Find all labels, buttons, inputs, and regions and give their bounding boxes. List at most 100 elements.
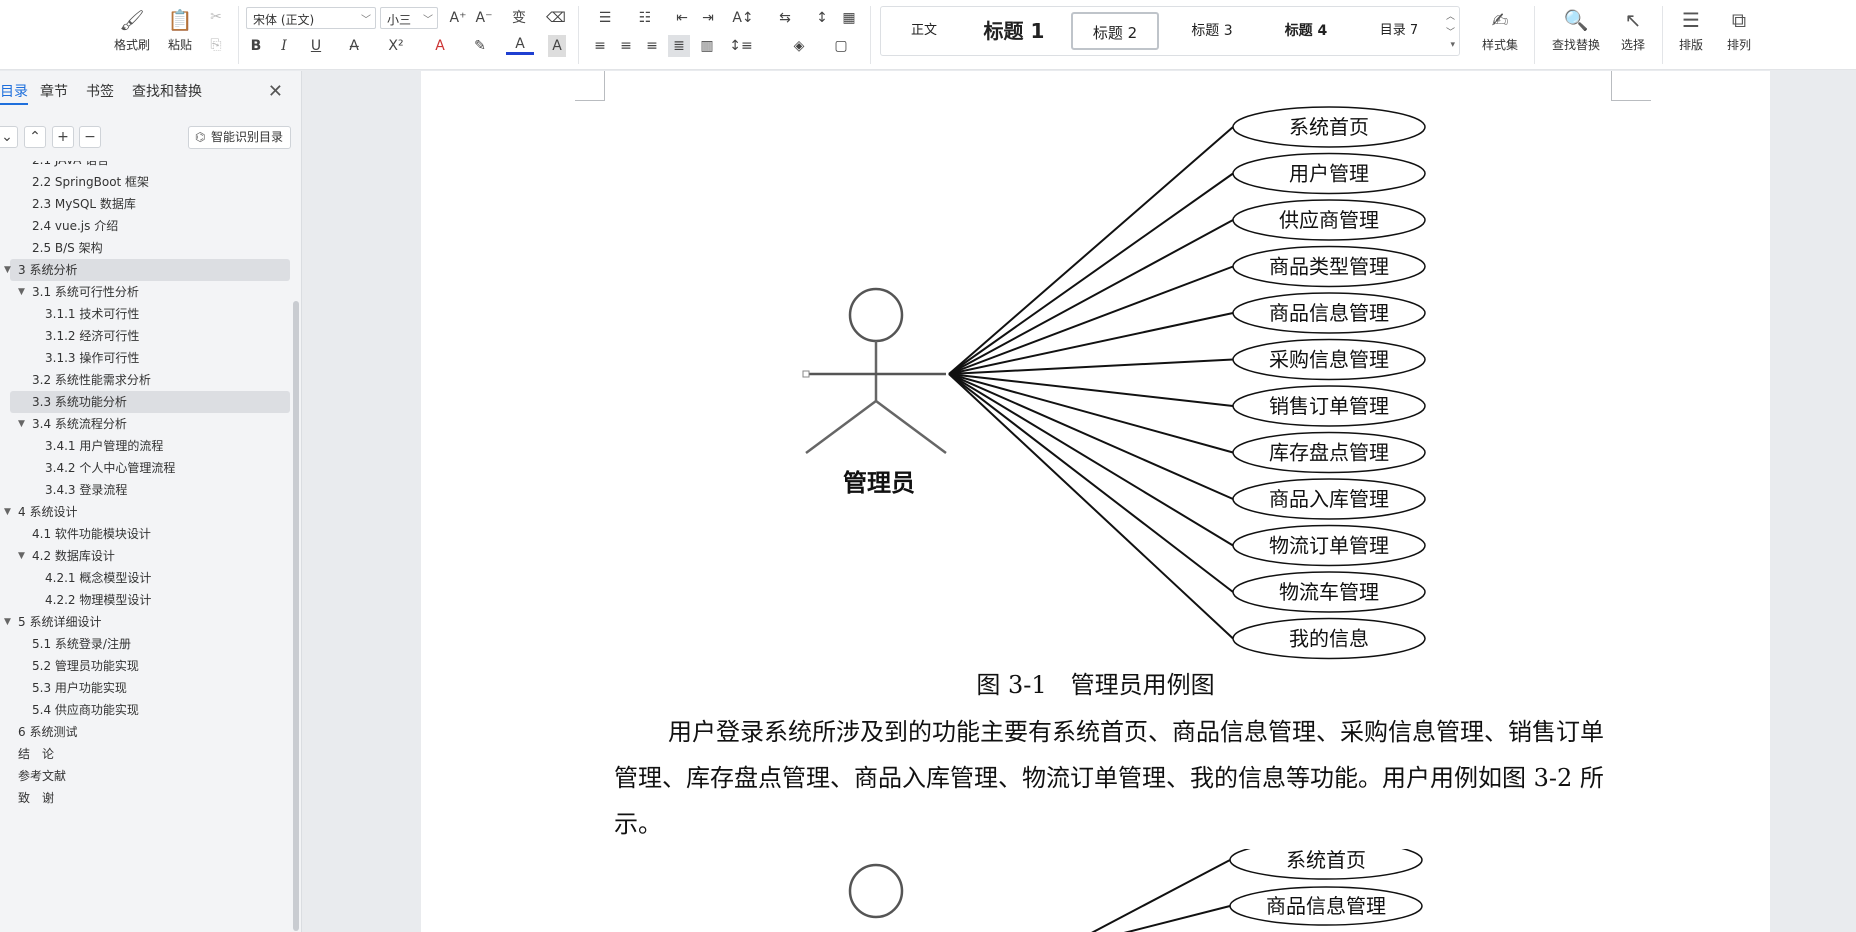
toc-item[interactable]: 2.3 MySQL 数据库 xyxy=(10,193,290,215)
add-heading-button[interactable]: + xyxy=(52,126,74,148)
highlight-icon[interactable]: ✎ xyxy=(466,35,494,57)
toc-item[interactable]: 5.1 系统登录/注册 xyxy=(10,633,290,655)
toc-item[interactable]: 2.4 vue.js 介绍 xyxy=(10,215,290,237)
copy-icon[interactable]: ⎘ xyxy=(206,34,226,56)
use-case-label: 商品类型管理 xyxy=(1269,255,1389,279)
paragraph-order-icon[interactable]: ⇆ xyxy=(770,7,800,29)
style-toc-7[interactable]: 目录 7 xyxy=(1359,12,1439,50)
toc-item[interactable]: 5.4 供应商功能实现 xyxy=(10,699,290,721)
toc-item[interactable]: 5.2 管理员功能实现 xyxy=(10,655,290,677)
font-size-select[interactable]: 小三 ﹀ xyxy=(380,7,438,29)
toc-item[interactable]: 3.1.1 技术可行性 xyxy=(10,303,290,325)
align-center-icon[interactable]: ≡ xyxy=(616,35,636,57)
toc-item[interactable]: 2.2 SpringBoot 框架 xyxy=(10,171,290,193)
paste-button[interactable]: 📋 粘贴 xyxy=(156,4,204,64)
toc-item[interactable]: ▼ 3 系统分析 xyxy=(4,259,290,281)
shrink-font-icon[interactable]: A⁻ xyxy=(474,7,494,29)
font-name-select[interactable]: 宋体 (正文) ﹀ xyxy=(246,7,376,29)
align-left-icon[interactable]: ≡ xyxy=(590,35,610,57)
text-direction-icon[interactable]: A↕ xyxy=(728,7,758,29)
toc-item[interactable]: 6 系统测试 xyxy=(10,721,290,743)
bold-icon[interactable]: B xyxy=(246,35,266,57)
toc-item[interactable]: ▼ 3.4 系统流程分析 xyxy=(10,413,290,435)
smart-toc-button[interactable]: ⌬ 智能识别目录 xyxy=(188,126,291,149)
sort-icon[interactable]: ↕ xyxy=(812,7,832,29)
chevron-down-icon[interactable]: ﹀ xyxy=(1446,25,1455,38)
expand-triangle-icon[interactable]: ▼ xyxy=(4,501,11,523)
toc-item[interactable]: 4.1 软件功能模块设计 xyxy=(10,523,290,545)
toc-item[interactable]: 2.5 B/S 架构 xyxy=(10,237,290,259)
style-heading-2[interactable]: 标题 2 xyxy=(1071,12,1159,50)
toc-item[interactable]: 5.3 用户功能实现 xyxy=(10,677,290,699)
toc-item[interactable]: ▼ 4 系统设计 xyxy=(4,501,290,523)
increase-indent-icon[interactable]: ⇥ xyxy=(698,7,718,29)
tab-sections[interactable]: 章节 xyxy=(40,81,68,105)
expand-triangle-icon[interactable]: ▼ xyxy=(4,259,11,281)
find-replace-button[interactable]: 🔍 查找替换 xyxy=(1544,4,1608,64)
expand-triangle-icon[interactable]: ▼ xyxy=(18,545,25,567)
border-icon[interactable]: ▢ xyxy=(826,35,856,57)
align-right-icon[interactable]: ≡ xyxy=(642,35,662,57)
expand-triangle-icon[interactable]: ▼ xyxy=(18,413,25,435)
toc-item[interactable]: ▼ 3.1 系统可行性分析 xyxy=(10,281,290,303)
toc-item[interactable]: 3.2 系统性能需求分析 xyxy=(10,369,290,391)
toc-item[interactable]: 3.4.2 个人中心管理流程 xyxy=(10,457,290,479)
distribute-icon[interactable]: ▥ xyxy=(696,35,718,57)
tab-toc[interactable]: 目录 xyxy=(0,81,28,105)
toc-item[interactable]: 结 论 xyxy=(10,743,290,765)
expand-icon[interactable]: ▾ xyxy=(1450,40,1455,50)
toc-item[interactable]: 2.1 JAVA 语言 xyxy=(10,161,290,171)
layout-button[interactable]: ☰ 排版 xyxy=(1670,4,1712,64)
chevron-up-icon[interactable]: ︿ xyxy=(1446,9,1455,22)
toc-item[interactable]: 4.2.2 物理模型设计 xyxy=(10,589,290,611)
toc-item[interactable]: ▼ 5 系统详细设计 xyxy=(4,611,290,633)
char-shading-icon[interactable]: A xyxy=(548,35,566,57)
toc-item[interactable]: 3.4.3 登录流程 xyxy=(10,479,290,501)
toc-item[interactable]: 致 谢 xyxy=(10,787,290,809)
expand-triangle-icon[interactable]: ▼ xyxy=(4,611,11,633)
phonetic-icon[interactable]: 变 xyxy=(504,7,534,29)
figure-caption-3-1: 图 3-1 管理员用例图 xyxy=(976,671,1215,699)
expand-triangle-icon[interactable]: ▼ xyxy=(18,281,25,303)
toc-item[interactable]: 3.3 系统功能分析 xyxy=(10,391,290,413)
toc-scrollbar[interactable] xyxy=(293,301,299,931)
numbered-list-icon[interactable]: ☷ xyxy=(630,7,660,29)
strikethrough-icon[interactable]: A̶ xyxy=(340,35,368,57)
table-icon[interactable]: ▦ xyxy=(838,7,860,29)
selection-handle[interactable] xyxy=(802,370,810,378)
text-effect-icon[interactable]: A xyxy=(426,35,454,57)
toc-item[interactable]: 3.1.3 操作可行性 xyxy=(10,347,290,369)
toc-item[interactable]: 3.4.1 用户管理的流程 xyxy=(10,435,290,457)
tab-bookmarks[interactable]: 书签 xyxy=(86,81,114,105)
justify-icon[interactable]: ≣ xyxy=(668,35,690,57)
arrange-button[interactable]: ⧉ 排列 xyxy=(1716,4,1762,64)
underline-icon[interactable]: U xyxy=(302,35,330,57)
shading-icon[interactable]: ◈ xyxy=(784,35,814,57)
cut-icon[interactable]: ✂ xyxy=(206,6,226,28)
style-heading-3[interactable]: 标题 3 xyxy=(1171,12,1253,50)
toc-item[interactable]: 3.1.2 经济可行性 xyxy=(10,325,290,347)
select-button[interactable]: ↖ 选择 xyxy=(1610,4,1656,64)
decrease-indent-icon[interactable]: ⇤ xyxy=(672,7,692,29)
style-set-button[interactable]: ✍ 样式集 xyxy=(1470,4,1530,64)
association-lines xyxy=(948,126,1234,640)
superscript-icon[interactable]: X² xyxy=(382,35,410,57)
toc-item[interactable]: 参考文献 xyxy=(10,765,290,787)
toc-item[interactable]: ▼ 4.2 数据库设计 xyxy=(10,545,290,567)
grow-font-icon[interactable]: A⁺ xyxy=(448,7,468,29)
style-heading-4[interactable]: 标题 4 xyxy=(1265,12,1347,50)
toc-item[interactable]: 4.2.1 概念模型设计 xyxy=(10,567,290,589)
style-heading-1[interactable]: 标题 1 xyxy=(973,12,1055,50)
move-up-button[interactable]: ⌃ xyxy=(24,126,46,148)
tab-find-replace[interactable]: 查找和替换 xyxy=(132,81,202,105)
format-painter-button[interactable]: 🖌 格式刷 xyxy=(108,4,156,64)
remove-heading-button[interactable]: − xyxy=(79,126,101,148)
collapse-all-button[interactable]: ⌄ xyxy=(0,126,18,148)
line-spacing-icon[interactable]: ↕≡ xyxy=(726,35,756,57)
close-icon[interactable]: ✕ xyxy=(268,81,283,102)
clear-format-icon[interactable]: ⌫ xyxy=(546,7,566,29)
font-color-icon[interactable]: A xyxy=(506,35,534,55)
style-normal[interactable]: 正文 xyxy=(889,12,959,50)
italic-icon[interactable]: I xyxy=(274,35,294,57)
bullet-list-icon[interactable]: ☰ xyxy=(590,7,620,29)
